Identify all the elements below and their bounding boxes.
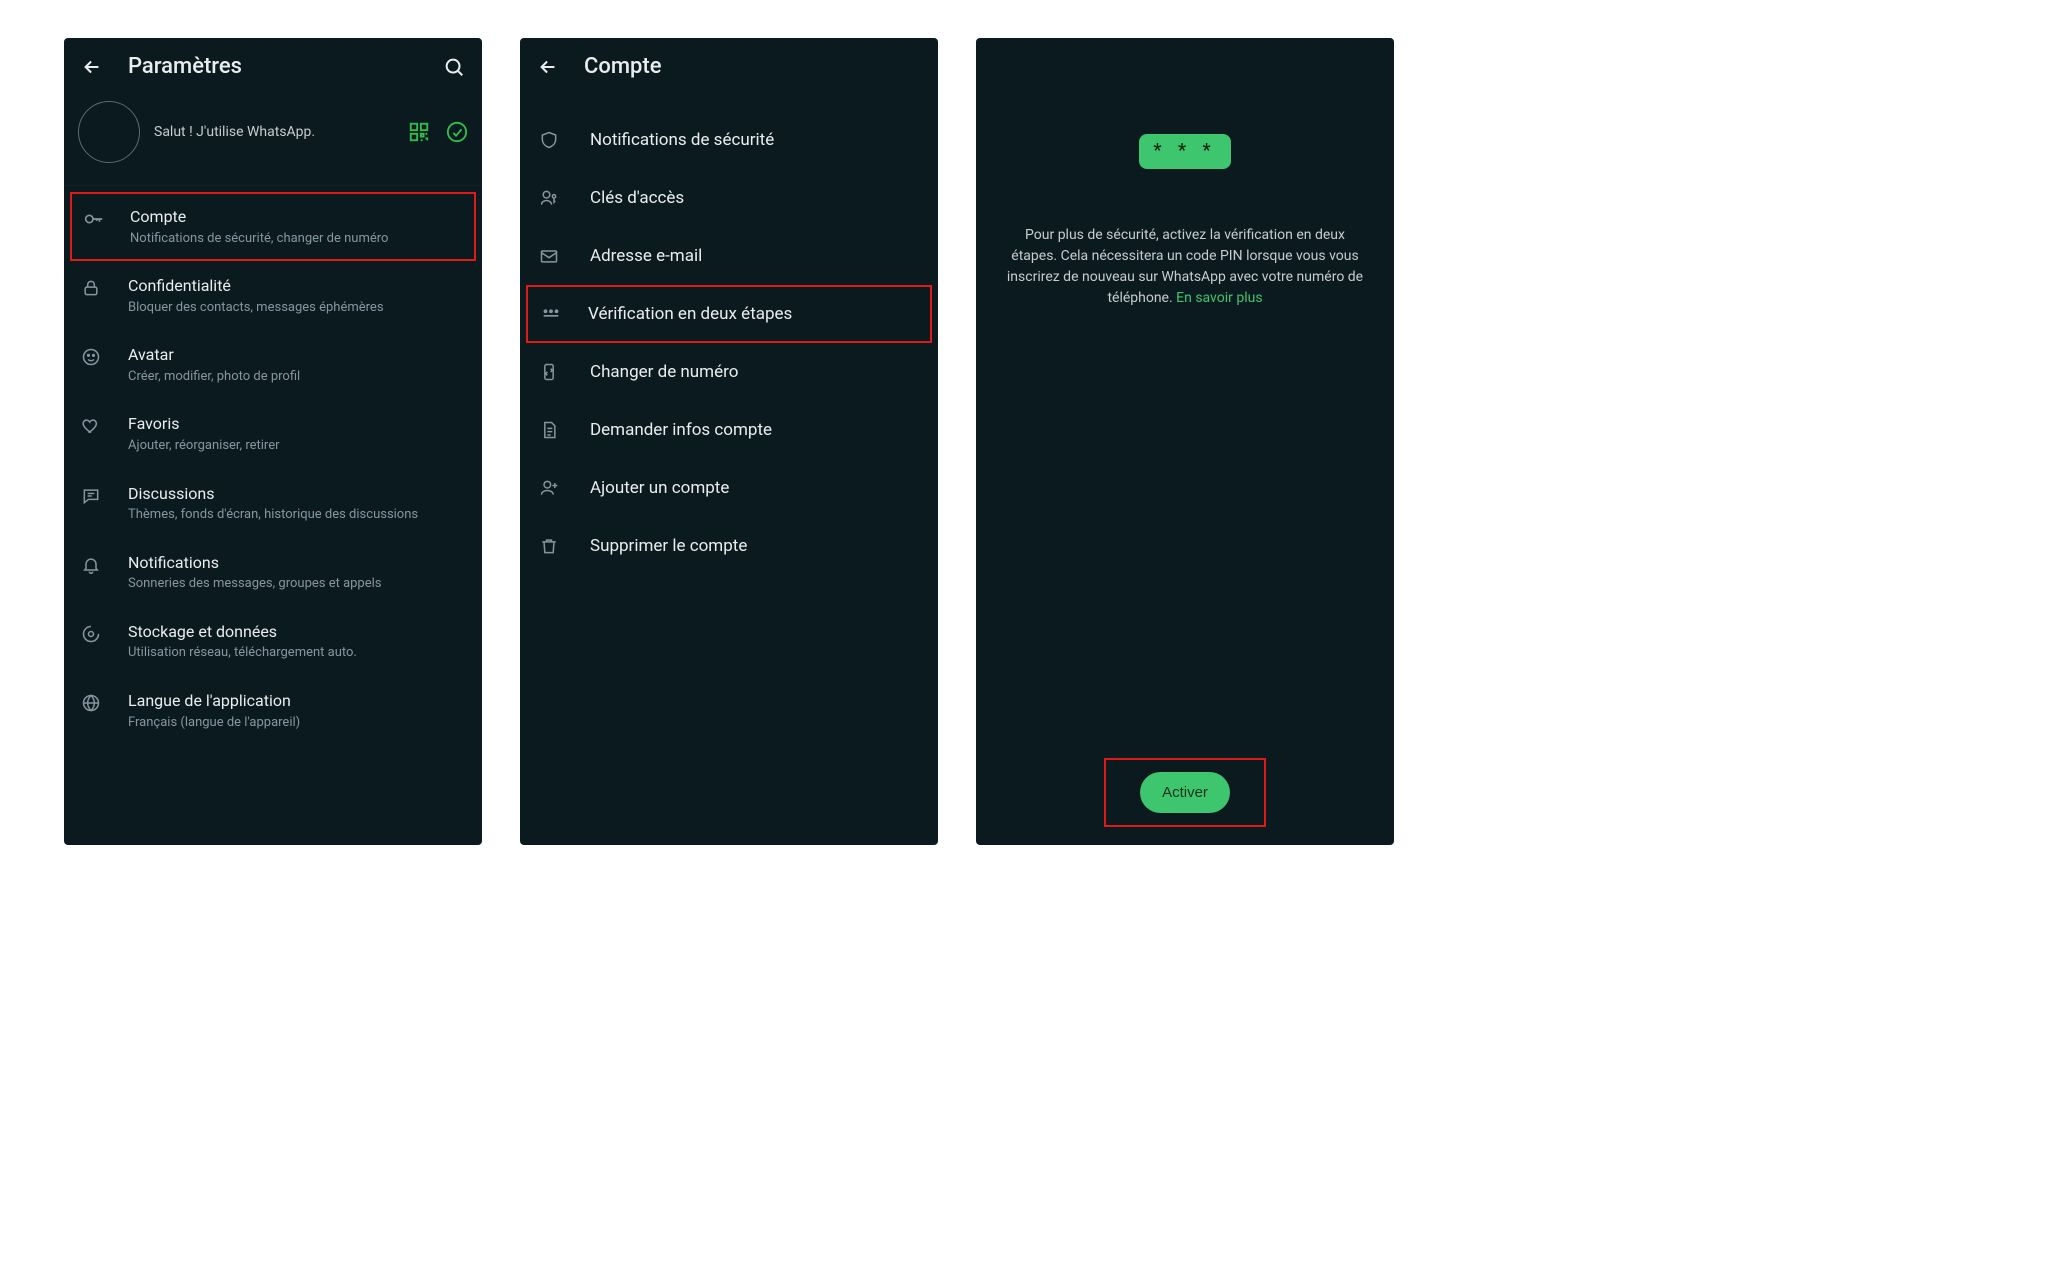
- back-icon[interactable]: [536, 55, 560, 79]
- settings-item-discussions[interactable]: Discussions Thèmes, fonds d'écran, histo…: [64, 469, 482, 538]
- item-title: Discussions: [128, 483, 418, 505]
- item-sub: Thèmes, fonds d'écran, historique des di…: [128, 506, 418, 524]
- item-title: Compte: [130, 206, 388, 228]
- screen-account: Compte Notifications de sécurité Clés d'…: [520, 38, 938, 845]
- bottom-bar: Activer: [976, 758, 1394, 827]
- search-icon[interactable]: [442, 55, 466, 79]
- settings-item-notifications[interactable]: Notifications Sonneries des messages, gr…: [64, 538, 482, 607]
- activate-highlight: Activer: [1104, 758, 1266, 827]
- phone-swap-icon: [538, 361, 560, 383]
- item-title: Stockage et données: [128, 621, 357, 643]
- profile-row[interactable]: Salut ! J'utilise WhatsApp.: [64, 93, 482, 186]
- item-title: Clés d'accès: [590, 188, 684, 208]
- screen-two-step: * * * Pour plus de sécurité, activez la …: [976, 38, 1394, 845]
- page-title: Compte: [584, 54, 661, 79]
- account-item-request-info[interactable]: Demander infos compte: [520, 401, 938, 459]
- activate-button[interactable]: Activer: [1140, 772, 1230, 813]
- account-item-email[interactable]: Adresse e-mail: [520, 227, 938, 285]
- item-title: Favoris: [128, 413, 280, 435]
- item-title: Adresse e-mail: [590, 246, 702, 266]
- account-item-add-account[interactable]: Ajouter un compte: [520, 459, 938, 517]
- document-icon: [538, 419, 560, 441]
- pin-illustration: * * *: [976, 38, 1394, 169]
- settings-list: Compte Notifications de sécurité, change…: [64, 186, 482, 751]
- item-title: Avatar: [128, 344, 300, 366]
- account-list: Notifications de sécurité Clés d'accès A…: [520, 93, 938, 581]
- item-title: Confidentialité: [128, 275, 384, 297]
- item-title: Demander infos compte: [590, 420, 772, 440]
- item-sub: Créer, modifier, photo de profil: [128, 368, 300, 386]
- two-step-description: Pour plus de sécurité, activez la vérifi…: [976, 169, 1394, 309]
- settings-item-compte[interactable]: Compte Notifications de sécurité, change…: [70, 192, 476, 261]
- item-title: Notifications de sécurité: [590, 130, 774, 150]
- page-title: Paramètres: [128, 54, 242, 79]
- data-usage-icon: [80, 623, 102, 645]
- qr-icon[interactable]: [408, 121, 430, 143]
- chat-icon: [80, 485, 102, 507]
- settings-item-avatar[interactable]: Avatar Créer, modifier, photo de profil: [64, 330, 482, 399]
- settings-item-langue[interactable]: Langue de l'application Français (langue…: [64, 676, 482, 745]
- account-item-delete-account[interactable]: Supprimer le compte: [520, 517, 938, 575]
- item-sub: Bloquer des contacts, messages éphémères: [128, 299, 384, 317]
- passkey-icon: [538, 187, 560, 209]
- back-icon[interactable]: [80, 55, 104, 79]
- mail-icon: [538, 245, 560, 267]
- settings-item-stockage[interactable]: Stockage et données Utilisation réseau, …: [64, 607, 482, 676]
- item-sub: Français (langue de l'appareil): [128, 714, 300, 732]
- item-title: Ajouter un compte: [590, 478, 729, 498]
- account-item-change-number[interactable]: Changer de numéro: [520, 343, 938, 401]
- face-icon: [80, 346, 102, 368]
- account-item-passkeys[interactable]: Clés d'accès: [520, 169, 938, 227]
- key-icon: [82, 208, 104, 230]
- item-title: Vérification en deux étapes: [588, 304, 792, 324]
- topbar: Compte: [520, 38, 938, 93]
- profile-status-label: Salut ! J'utilise WhatsApp.: [154, 124, 394, 140]
- item-title: Langue de l'application: [128, 690, 300, 712]
- shield-icon: [538, 129, 560, 151]
- avatar: [78, 101, 140, 163]
- item-sub: Ajouter, réorganiser, retirer: [128, 437, 280, 455]
- account-item-two-step[interactable]: Vérification en deux étapes: [526, 285, 932, 343]
- topbar: Paramètres: [64, 38, 482, 93]
- person-add-icon: [538, 477, 560, 499]
- settings-item-favoris[interactable]: Favoris Ajouter, réorganiser, retirer: [64, 399, 482, 468]
- settings-item-confidentialite[interactable]: Confidentialité Bloquer des contacts, me…: [64, 261, 482, 330]
- globe-icon: [80, 692, 102, 714]
- bell-icon: [80, 554, 102, 576]
- lock-icon: [80, 277, 102, 299]
- item-title: Changer de numéro: [590, 362, 738, 382]
- pin-badge: * * *: [1139, 134, 1230, 169]
- item-title: Supprimer le compte: [590, 536, 747, 556]
- item-sub: Notifications de sécurité, changer de nu…: [130, 230, 388, 248]
- learn-more-link[interactable]: En savoir plus: [1176, 290, 1262, 306]
- account-item-security-notifications[interactable]: Notifications de sécurité: [520, 111, 938, 169]
- circle-check-icon[interactable]: [446, 121, 468, 143]
- item-title: Notifications: [128, 552, 382, 574]
- heart-icon: [80, 415, 102, 437]
- screen-settings: Paramètres Salut ! J'utilise WhatsApp. C…: [64, 38, 482, 845]
- profile-actions: [408, 121, 468, 143]
- item-sub: Utilisation réseau, téléchargement auto.: [128, 644, 357, 662]
- item-sub: Sonneries des messages, groupes et appel…: [128, 575, 382, 593]
- trash-icon: [538, 535, 560, 557]
- pin-icon: [540, 303, 562, 325]
